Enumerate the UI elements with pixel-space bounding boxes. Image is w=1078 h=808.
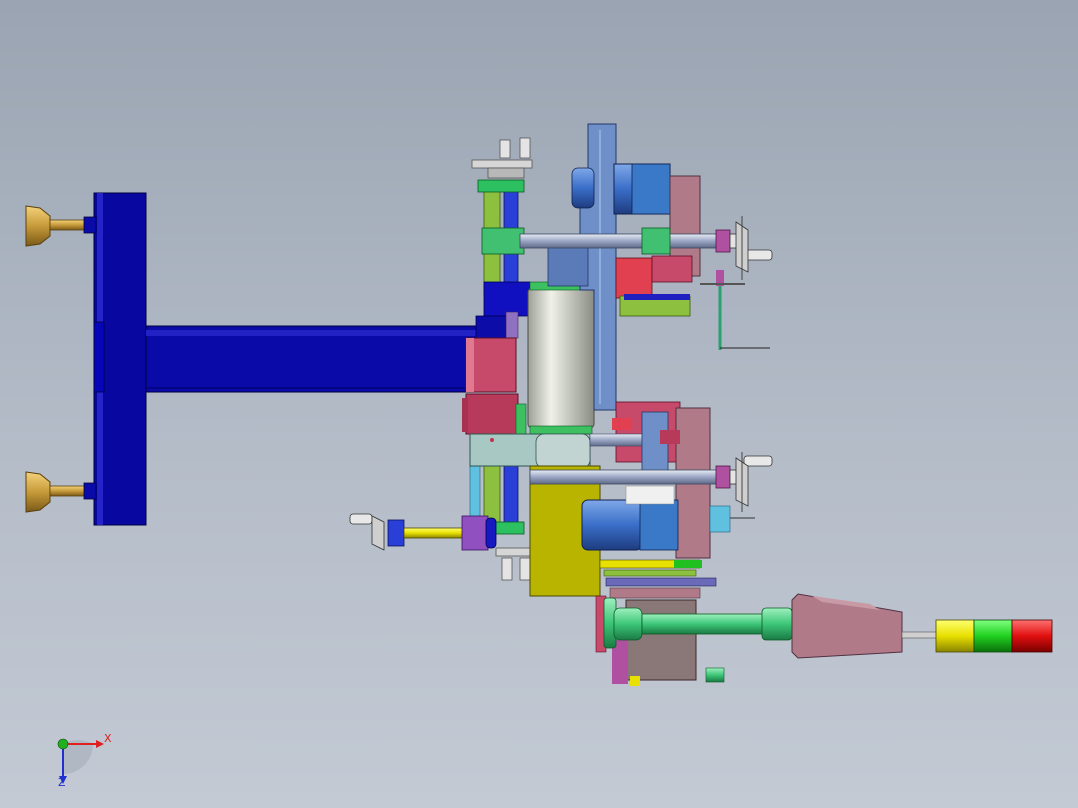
sensor-stem <box>700 270 770 350</box>
top-fittings <box>471 137 533 179</box>
triad-z-label: Z <box>58 776 66 789</box>
clamp-lower-right[interactable] <box>729 452 773 512</box>
signal-tower[interactable] <box>791 593 1053 659</box>
leveling-foot-bottom <box>25 471 97 513</box>
triad-y-axis <box>57 738 69 750</box>
tower-light-red <box>1011 619 1053 653</box>
bottom-fittings <box>495 547 533 581</box>
central-roller[interactable] <box>527 281 595 435</box>
leveling-foot-top <box>25 205 97 247</box>
left-actuator[interactable] <box>349 513 497 551</box>
assembly-model[interactable] <box>0 0 1078 808</box>
lower-motor[interactable] <box>581 499 755 551</box>
tower-light-yellow <box>935 619 975 653</box>
main-frame[interactable] <box>93 192 479 526</box>
mount-bracket <box>475 281 531 339</box>
triad-x-label: X <box>104 732 112 745</box>
pink-motor-block[interactable] <box>462 337 527 435</box>
red-cam-unit[interactable] <box>615 255 693 317</box>
clamp-upper-right[interactable] <box>729 216 773 280</box>
tower-light-green <box>973 619 1013 653</box>
cad-viewport[interactable]: X Z <box>0 0 1078 808</box>
